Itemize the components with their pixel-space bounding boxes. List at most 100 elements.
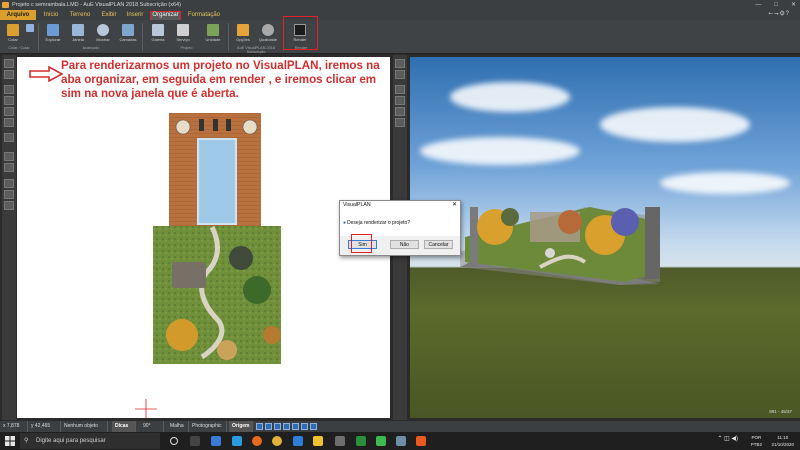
zoom-out-icon[interactable] <box>4 96 14 105</box>
garden-plan-drawing <box>135 113 281 418</box>
task-view-icon[interactable] <box>190 436 200 446</box>
camtasia-icon[interactable] <box>376 436 386 446</box>
service-icon <box>177 24 189 36</box>
show-button[interactable]: Mostrar <box>93 22 113 42</box>
quality-button[interactable]: Qualidade <box>258 22 278 42</box>
zoom-window-icon[interactable] <box>4 107 14 116</box>
language-indicator[interactable]: POR PTB2 <box>751 434 762 448</box>
ribbon-panel: Colar Explorar Janela Mostrar Camadas Ga… <box>0 20 800 54</box>
pan-tool-icon[interactable] <box>4 70 14 79</box>
store-icon[interactable] <box>211 436 221 446</box>
scissors-icon <box>26 24 34 32</box>
firefox-icon[interactable] <box>252 436 262 446</box>
recorder-icon[interactable] <box>416 436 426 446</box>
garden-3d-model <box>460 207 660 285</box>
zoom-in-icon[interactable] <box>4 85 14 94</box>
title-bar: Projeto c semrambala.LMD - AuE VisualPLA… <box>0 0 800 10</box>
maximize-button[interactable]: □ <box>774 0 778 10</box>
skype-icon[interactable] <box>232 436 242 446</box>
y-coordinate: y 42,465 <box>28 421 61 432</box>
grid-icon[interactable] <box>4 152 14 161</box>
dialog-title-bar: VisualPLAN ✕ <box>340 201 460 210</box>
tab-terreno[interactable]: Terreno <box>66 10 94 20</box>
group-label-avancado: Avançado <box>82 46 100 50</box>
zoom-fit-icon[interactable] <box>4 118 14 127</box>
layers-button[interactable]: Camadas <box>118 22 138 42</box>
origin-toggle[interactable]: Origem <box>229 421 253 432</box>
snap-icon[interactable] <box>274 423 281 430</box>
render-style[interactable]: Photographic <box>189 421 227 432</box>
visualplan-icon[interactable] <box>396 436 406 446</box>
eye-icon <box>97 24 109 36</box>
snap-icon[interactable] <box>256 423 263 430</box>
system-tray-icons[interactable]: ⌃ ◫ ◀) <box>717 436 738 443</box>
explorer-icon <box>47 24 59 36</box>
tab-formatacao[interactable]: Formatação <box>186 10 222 20</box>
taskbar: ⚲ Digite aqui para pesquisar ⌃ ◫ ◀) POR … <box>0 432 800 450</box>
options-button[interactable]: Opções <box>233 22 253 42</box>
clock[interactable]: 11:10 21/10/2020 <box>771 434 794 448</box>
window-button[interactable]: Janela <box>68 22 88 42</box>
snap-icon[interactable] <box>301 423 308 430</box>
window-icon <box>72 24 84 36</box>
camera-icon[interactable] <box>395 118 405 127</box>
select-tool-icon[interactable] <box>4 59 14 68</box>
chrome-icon[interactable] <box>272 436 282 446</box>
gallery-button[interactable]: Galeria <box>148 22 168 42</box>
close-button[interactable]: ✕ <box>791 0 796 10</box>
fly-icon[interactable] <box>395 107 405 116</box>
windows-start-icon[interactable] <box>5 436 15 446</box>
plan-toolbar <box>2 55 16 420</box>
cortana-icon[interactable] <box>170 437 178 445</box>
orbit-icon[interactable] <box>395 85 405 94</box>
tips-toggle[interactable]: Dicas <box>112 421 136 432</box>
quick-access-icons[interactable]: ⭠⭢⚙? <box>768 11 790 18</box>
snap-icon[interactable] <box>292 423 299 430</box>
3d-view[interactable]: 891 - 45/37 <box>410 57 800 418</box>
explorer-icon[interactable] <box>313 436 323 446</box>
layer-up-icon[interactable] <box>4 179 14 188</box>
service-button[interactable]: Serviço <box>173 22 193 42</box>
yes-highlight-box <box>351 234 372 253</box>
snap-icon[interactable] <box>4 163 14 172</box>
question-icon: ● <box>343 220 347 226</box>
view-coordinates: 891 - 45/37 <box>769 409 792 414</box>
walk-icon[interactable] <box>395 70 405 79</box>
unit-button[interactable]: Unidade <box>203 22 223 42</box>
minimize-button[interactable]: — <box>755 0 761 10</box>
gallery-icon <box>152 24 164 36</box>
clipboard-icon <box>7 24 19 36</box>
app-icon <box>2 2 9 8</box>
layer-down-icon[interactable] <box>4 190 14 199</box>
measure-icon[interactable] <box>4 133 14 142</box>
tab-arquivo[interactable]: Arquivo <box>0 10 36 20</box>
tab-inserir[interactable]: Inserir <box>124 10 146 20</box>
cut-copy-button[interactable] <box>24 22 36 33</box>
view-icon[interactable] <box>4 201 14 210</box>
snap-icon[interactable] <box>265 423 272 430</box>
zoom-3d-icon[interactable] <box>395 96 405 105</box>
group-label-colar: Colar / Colar <box>8 46 30 50</box>
layers-icon <box>122 24 134 36</box>
dialog-close-icon[interactable]: ✕ <box>452 201 457 210</box>
taskbar-search-input[interactable]: ⚲ Digite aqui para pesquisar <box>20 433 160 449</box>
tab-inicio[interactable]: Início <box>40 10 62 20</box>
angle-field[interactable]: 90° <box>140 421 164 432</box>
snap-icon[interactable] <box>310 423 317 430</box>
word-icon[interactable] <box>293 436 303 446</box>
render-highlight-box <box>283 16 318 50</box>
chat-icon[interactable] <box>335 436 345 446</box>
plan-view[interactable]: Para renderizarmos um projeto no VisualP… <box>17 57 390 418</box>
paste-button[interactable]: Colar <box>3 22 23 42</box>
no-button[interactable]: Não <box>390 240 419 249</box>
select-3d-icon[interactable] <box>395 59 405 68</box>
grid-toggle[interactable]: Malha <box>167 421 189 432</box>
ribbon-tabs: Arquivo Início Terreno Exibir Inserir Or… <box>0 10 800 21</box>
cancel-button[interactable]: Cancelar <box>424 240 453 249</box>
dialog-message: Deseja renderizar o projeto? <box>347 220 411 226</box>
tab-exibir[interactable]: Exibir <box>98 10 120 20</box>
snap-icon[interactable] <box>283 423 290 430</box>
app-icon[interactable] <box>356 436 366 446</box>
explore-button[interactable]: Explorar <box>43 22 63 42</box>
options-icon <box>237 24 249 36</box>
